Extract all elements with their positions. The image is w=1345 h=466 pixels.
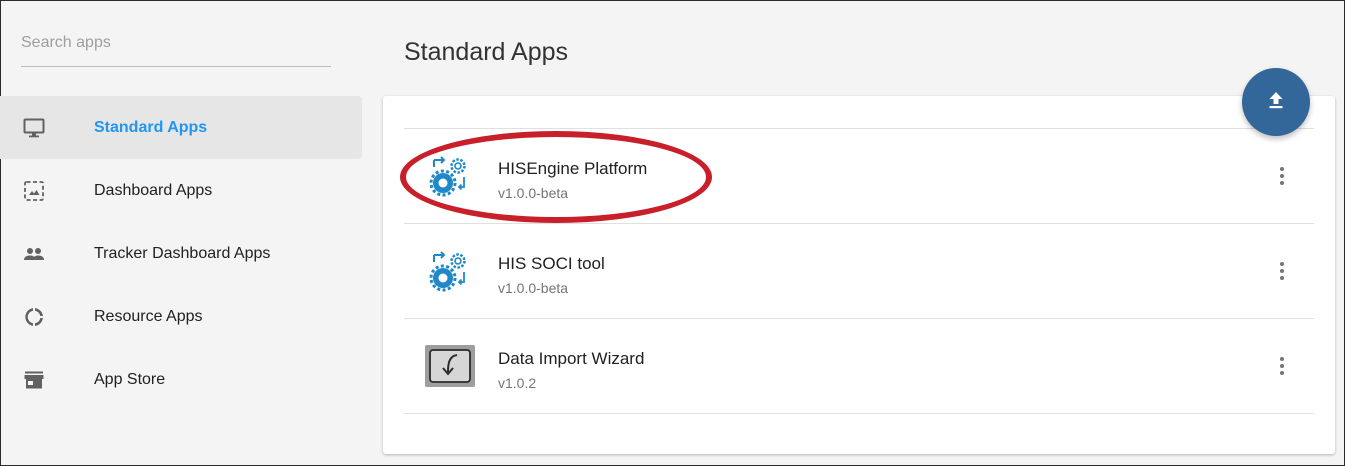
- apps-list: HISEngine Platform v1.0.0-beta HIS SOCI …: [404, 128, 1314, 414]
- more-vert-icon: [1280, 167, 1284, 171]
- sidebar-item-standard-apps[interactable]: Standard Apps: [0, 96, 362, 159]
- donut-icon: [22, 305, 46, 329]
- app-version: v1.0.2: [498, 375, 537, 391]
- sidebar-item-label: Resource Apps: [94, 307, 203, 325]
- store-icon: [22, 368, 46, 392]
- app-name: HISEngine Platform: [498, 159, 648, 178]
- app-name: HIS SOCI tool: [498, 254, 605, 273]
- sidebar-item-label: Standard Apps: [94, 118, 208, 136]
- sidebar-item-label: Tracker Dashboard Apps: [94, 244, 271, 262]
- sidebar-item-resource-apps[interactable]: Resource Apps: [0, 285, 362, 348]
- search-box: [21, 30, 331, 67]
- sidebar-item-dashboard-apps[interactable]: Dashboard Apps: [0, 159, 362, 222]
- search-input[interactable]: [21, 30, 331, 56]
- people-icon: [22, 242, 46, 266]
- sidebar: Standard Apps Dashboard Apps Tracker D: [0, 0, 364, 464]
- sidebar-item-app-store[interactable]: App Store: [0, 348, 362, 411]
- app-version: v1.0.0-beta: [498, 185, 569, 201]
- sidebar-item-tracker-dashboard-apps[interactable]: Tracker Dashboard Apps: [0, 222, 362, 285]
- sidebar-item-label: App Store: [94, 370, 166, 388]
- sidebar-item-label: Dashboard Apps: [94, 181, 213, 199]
- import-wizard-icon: [424, 340, 476, 392]
- more-options-button[interactable]: [1272, 257, 1292, 285]
- upload-app-button[interactable]: [1242, 68, 1310, 136]
- dashboard-icon: [22, 179, 46, 203]
- more-vert-icon: [1280, 357, 1284, 361]
- more-options-button[interactable]: [1272, 352, 1292, 380]
- monitor-icon: [22, 116, 46, 140]
- page-title: Standard Apps: [404, 38, 569, 66]
- gears-icon: [424, 150, 476, 202]
- apps-card: HISEngine Platform v1.0.0-beta HIS SOCI …: [383, 96, 1335, 454]
- sidebar-nav: Standard Apps Dashboard Apps Tracker Das…: [0, 96, 364, 411]
- app-version: v1.0.0-beta: [498, 280, 569, 296]
- more-vert-icon: [1280, 262, 1284, 266]
- gears-icon: [424, 245, 476, 297]
- upload-icon: [1265, 89, 1287, 116]
- app-name: Data Import Wizard: [498, 349, 645, 368]
- list-item[interactable]: Data Import Wizard v1.0.2: [404, 319, 1314, 414]
- more-options-button[interactable]: [1272, 162, 1292, 190]
- list-item[interactable]: HIS SOCI tool v1.0.0-beta: [404, 224, 1314, 319]
- list-item[interactable]: HISEngine Platform v1.0.0-beta: [404, 129, 1314, 224]
